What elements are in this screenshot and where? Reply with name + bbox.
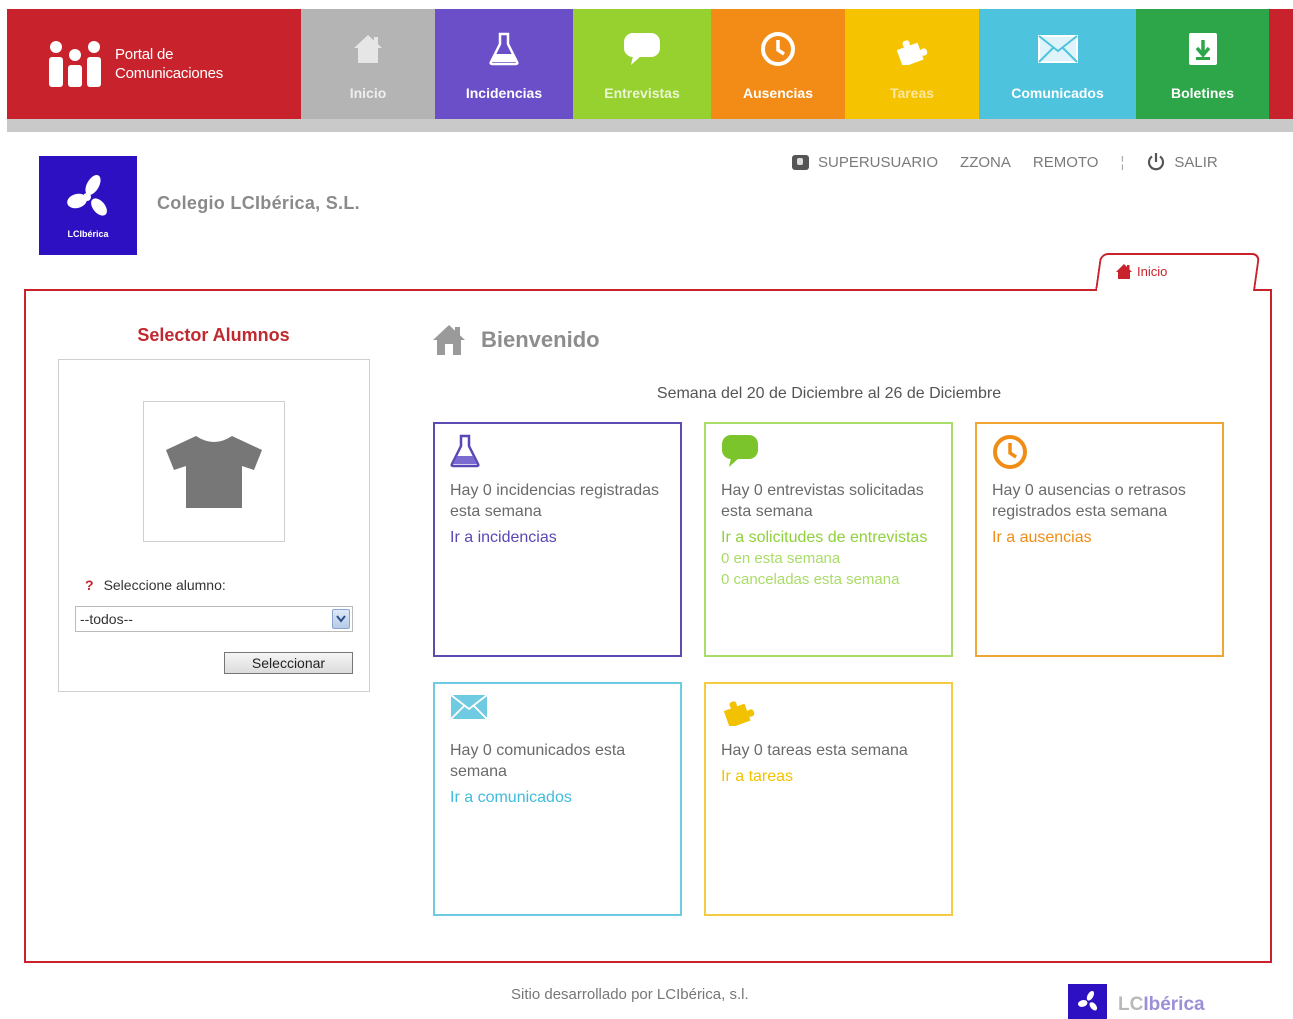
select-button[interactable]: Seleccionar [224,652,353,674]
nav-ausencias[interactable]: Ausencias [711,9,845,119]
logo-text: LCIbérica [67,228,109,239]
envelope-icon [1037,29,1078,69]
clock-icon [993,435,1027,469]
nav-boletines-label: Boletines [1170,85,1234,101]
nav-incidencias[interactable]: Incidencias [435,9,573,119]
nav-entrevistas-label: Entrevistas [604,85,680,101]
card-incidencias: Hay 0 incidencias registradas esta seman… [433,422,682,657]
card-entrevistas-note-week: 0 en esta semana [721,550,841,567]
week-range: Semana del 20 de Diciembre al 26 de Dici… [656,385,1002,402]
card-comunicados: Hay 0 comunicados esta semana Ir a comun… [433,682,682,916]
user-icon [792,154,809,170]
nav-boletines[interactable]: Boletines [1136,9,1269,119]
school-name: Colegio LCIbérica, S.L. [157,193,360,213]
footer-brand-b: Ibérica [1143,994,1205,1015]
clock-icon [758,29,798,69]
portal-brand[interactable]: Portal de Comunicaciones [7,9,301,119]
card-tareas-link[interactable]: Ir a tareas [721,766,936,787]
nav-tareas-label: Tareas [889,85,935,101]
select-student-label: Seleccione alumno: [103,577,226,593]
card-entrevistas-text: Hay 0 entrevistas solicitadas esta seman… [721,482,924,520]
card-entrevistas-link[interactable]: Ir a solicitudes de entrevistas [721,527,936,548]
nav-inicio[interactable]: Inicio [301,9,435,119]
card-incidencias-text: Hay 0 incidencias registradas esta seman… [450,482,659,520]
card-entrevistas: Hay 0 entrevistas solicitadas esta seman… [704,422,953,657]
puzzle-icon [892,29,932,69]
nav-ausencias-label: Ausencias [742,85,814,101]
nav-underline [7,119,1293,132]
brand-line-2: Comunicaciones [115,65,224,82]
download-icon [1183,29,1223,69]
card-comunicados-text: Hay 0 comunicados esta semana [450,742,626,780]
card-tareas: Hay 0 tareas esta semana Ir a tareas [704,682,953,916]
card-comunicados-link[interactable]: Ir a comunicados [450,787,665,808]
portal-logo-icon [49,41,101,87]
puzzle-icon [723,701,755,726]
nav-comunicados-label: Comunicados [1011,85,1104,101]
card-ausencias-text: Hay 0 ausencias o retrasos registrados e… [992,482,1186,520]
lciberica-logo-icon [1077,990,1097,1010]
nav-inicio-label: Inicio [349,85,387,101]
nav-entrevistas[interactable]: Entrevistas [573,9,711,119]
card-incidencias-link[interactable]: Ir a incidencias [450,527,665,548]
footer-brand-a: LC [1118,994,1144,1015]
home-icon [348,29,388,69]
card-ausencias: Hay 0 ausencias o retrasos registrados e… [975,422,1224,657]
home-icon [1116,264,1132,279]
top-navigation: Portal de Comunicaciones Inicio Incidenc… [7,9,1293,119]
tab-inicio-content[interactable]: Inicio [1115,263,1167,280]
zone-link[interactable]: ZZONA [960,154,1011,171]
nav-incidencias-label: Incidencias [465,85,543,101]
power-icon[interactable] [1146,152,1166,172]
selector-title: Selector Alumnos [137,325,290,345]
lciberica-logo-icon [67,174,107,216]
chevron-down-icon[interactable] [332,609,350,629]
welcome-text: Bienvenido [481,327,600,352]
flask-icon [450,434,480,468]
footer-credit: Sitio desarrollado por LCIbérica, s.l. [511,986,749,1003]
tab-inicio-label: Inicio [1137,264,1168,279]
school-logo[interactable]: LCIbérica [39,156,137,255]
nav-tareas[interactable]: Tareas [845,9,979,119]
flask-icon [484,29,524,69]
help-icon[interactable]: ? [85,577,94,593]
speech-bubble-icon [722,435,758,467]
envelope-icon [450,694,488,720]
footer-logo[interactable] [1068,984,1107,1019]
user-name-link[interactable]: SUPERUSUARIO [818,154,938,171]
card-tareas-text: Hay 0 tareas esta semana [721,742,908,759]
speech-bubble-icon [622,29,662,69]
mode-link[interactable]: REMOTO [1033,154,1099,171]
menu-separator: ¦ [1120,153,1125,171]
user-menu: SUPERUSUARIO ZZONA REMOTO ¦ SALIR [792,152,1218,172]
footer-brand: LCIbérica [1118,994,1205,1016]
nav-end-cap [1269,9,1293,119]
brand-line-1: Portal de [115,46,174,63]
card-entrevistas-note-cancelled: 0 canceladas esta semana [721,571,900,588]
nav-comunicados[interactable]: Comunicados [979,9,1136,119]
card-ausencias-link[interactable]: Ir a ausencias [992,527,1207,548]
welcome-heading: Bienvenido [432,324,600,356]
student-photo [143,401,285,542]
tshirt-icon [166,435,262,508]
student-select[interactable]: --todos-- [75,606,353,632]
student-select-value: --todos-- [80,611,133,627]
home-icon [433,325,465,355]
logout-link[interactable]: SALIR [1174,154,1217,171]
